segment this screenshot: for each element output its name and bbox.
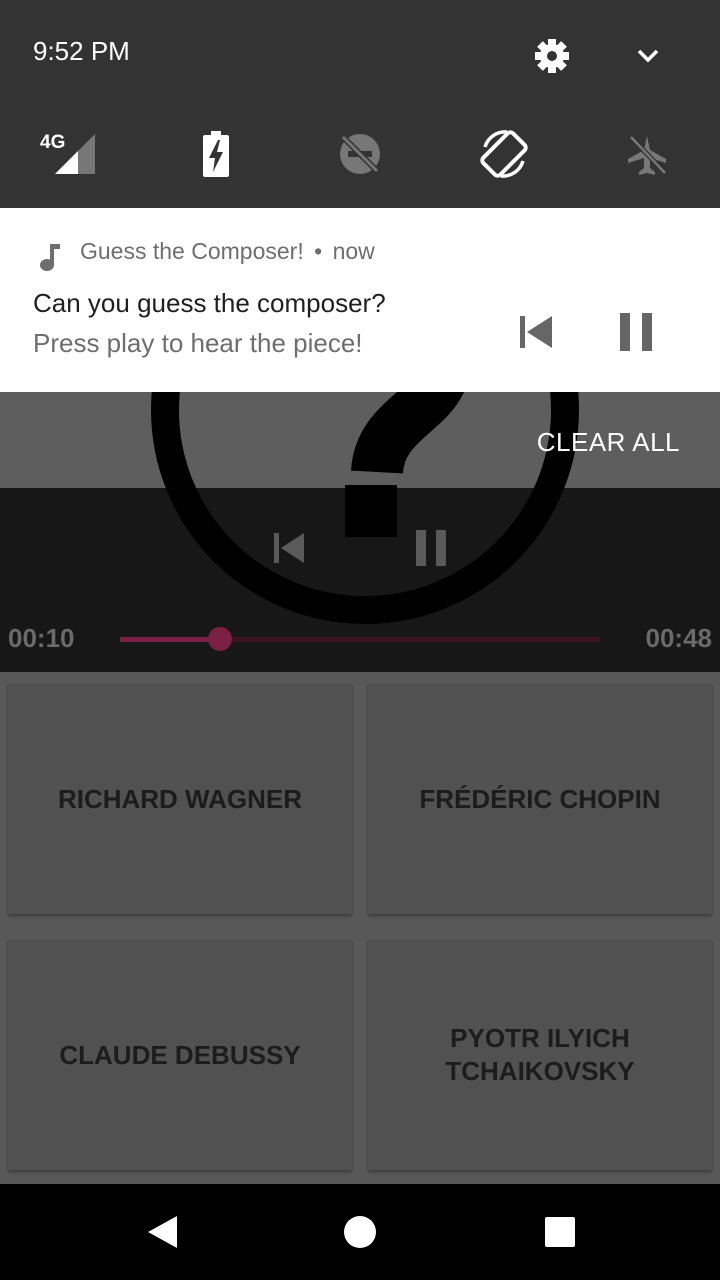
back-button[interactable] [138, 1208, 186, 1256]
recents-square-icon [545, 1217, 575, 1247]
mobile-data-tile[interactable]: 4G [38, 130, 98, 178]
notification-title: Can you guess the composer? [33, 288, 386, 318]
notification-pause-button[interactable] [610, 306, 662, 358]
player-controls [0, 488, 720, 672]
clear-all-button[interactable]: CLEAR ALL [537, 427, 680, 458]
home-button[interactable] [336, 1208, 384, 1256]
pause-icon [416, 530, 446, 566]
notification-text: Press play to hear the piece! [33, 328, 363, 358]
media-notification[interactable]: Guess the Composer! • now Can you guess … [0, 208, 720, 392]
quick-settings-panel: 9:52 PM 4G [0, 0, 720, 208]
do-not-disturb-tile[interactable] [336, 130, 384, 178]
seek-progress [120, 637, 220, 642]
airplane-icon [628, 135, 667, 175]
notification-time: now [332, 238, 375, 264]
answer-button-tchaikovsky[interactable]: PYOTR ILYICH TCHAIKOVSKY [368, 940, 712, 1170]
player-previous-button[interactable] [265, 524, 313, 572]
navigation-bar [0, 1184, 720, 1280]
answer-grid: RICHARD WAGNER FRÉDÉRIC CHOPIN CLAUDE DE… [0, 672, 720, 1184]
recents-button[interactable] [536, 1208, 584, 1256]
player-pause-button[interactable] [407, 524, 455, 572]
seek-thumb[interactable] [207, 627, 232, 651]
battery-saver-tile[interactable] [196, 130, 236, 178]
back-triangle-icon [148, 1216, 177, 1248]
battery-charging-icon [203, 131, 229, 177]
skip-previous-icon [274, 533, 304, 563]
skip-previous-icon [520, 316, 552, 348]
status-clock: 9:52 PM [33, 36, 130, 66]
settings-icon[interactable] [532, 36, 572, 76]
notification-separator: • [314, 238, 323, 264]
home-circle-icon [344, 1216, 376, 1248]
notification-app-name: Guess the Composer! [80, 238, 304, 264]
answer-button-debussy[interactable]: CLAUDE DEBUSSY [8, 940, 352, 1170]
auto-rotate-icon [480, 130, 528, 178]
pause-icon [620, 313, 652, 351]
auto-rotate-tile[interactable] [476, 126, 532, 182]
total-duration: 00:48 [645, 623, 713, 653]
elapsed-time: 00:10 [8, 623, 75, 653]
airplane-mode-tile[interactable] [624, 132, 670, 178]
answer-button-chopin[interactable]: FRÉDÉRIC CHOPIN [368, 684, 712, 914]
notification-previous-button[interactable] [510, 306, 562, 358]
notification-header: Guess the Composer! • now [80, 238, 375, 265]
expand-chevron-icon[interactable] [632, 40, 664, 72]
answer-button-wagner[interactable]: RICHARD WAGNER [8, 684, 352, 914]
music-note-icon [40, 244, 60, 271]
seek-bar[interactable] [120, 627, 600, 651]
dnd-off-icon [340, 134, 380, 174]
network-type-label: 4G [40, 132, 66, 153]
